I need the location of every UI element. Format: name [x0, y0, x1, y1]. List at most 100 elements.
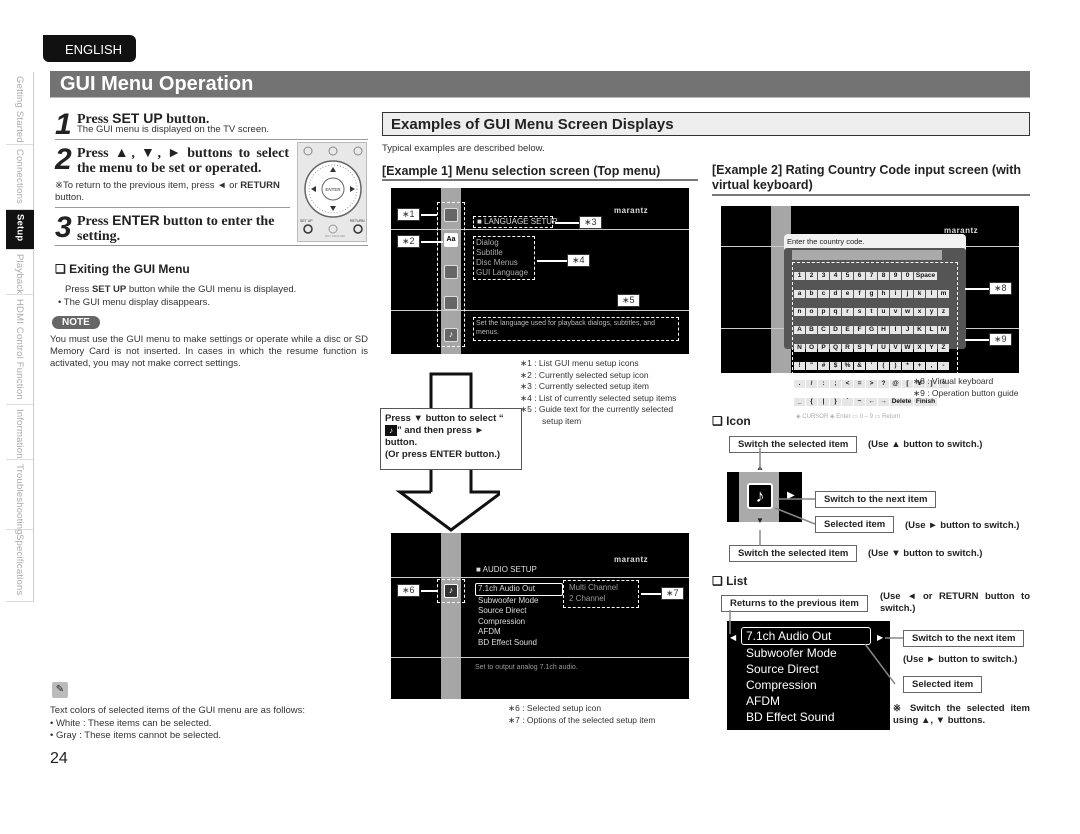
keyboard-key[interactable]: . [794, 380, 805, 388]
side-tab-getting-started[interactable]: Getting Started [6, 72, 34, 145]
setup-icon-display[interactable] [444, 296, 458, 310]
keyboard-key[interactable]: : [818, 380, 829, 388]
keyboard-key[interactable]: ' [866, 362, 877, 370]
keyboard-key[interactable]: q [830, 308, 841, 316]
setup-item[interactable]: GUI Language [476, 268, 528, 278]
keyboard-key[interactable]: - [938, 362, 949, 370]
keyboard-key[interactable]: k [914, 290, 925, 298]
side-tab-playback[interactable]: Playback [6, 250, 34, 295]
setup-icon-general[interactable] [444, 208, 458, 222]
audio-item-selected[interactable]: 7.1ch Audio Out [475, 583, 563, 596]
keyboard-key[interactable]: V [890, 344, 901, 352]
keyboard-key[interactable]: → [878, 398, 889, 406]
keyboard-key[interactable]: ? [878, 380, 889, 388]
keyboard-key[interactable]: N [794, 344, 805, 352]
setup-icon-video[interactable] [444, 265, 458, 279]
keyboard-key[interactable]: T [866, 344, 877, 352]
setup-item[interactable]: Subtitle [476, 248, 528, 258]
keyboard-key[interactable]: > [866, 380, 877, 388]
keyboard-key[interactable]: ! [794, 362, 805, 370]
keyboard-key[interactable]: L [926, 326, 937, 334]
side-tab-connections[interactable]: Connections [6, 145, 34, 210]
keyboard-key[interactable]: _ [794, 398, 805, 406]
keyboard-key[interactable]: 7 [866, 272, 877, 280]
audio-item[interactable]: Compression [475, 617, 563, 628]
country-code-input[interactable] [792, 250, 942, 260]
keyboard-key[interactable]: [ [902, 380, 913, 388]
keyboard-key[interactable]: } [830, 398, 841, 406]
keyboard-key[interactable]: x [914, 308, 925, 316]
keyboard-key[interactable]: # [818, 362, 829, 370]
keyboard-key[interactable]: 1 [794, 272, 805, 280]
keyboard-key[interactable]: M [938, 326, 949, 334]
keyboard-key[interactable]: 3 [818, 272, 829, 280]
keyboard-key[interactable]: y [926, 308, 937, 316]
keyboard-key[interactable]: t [866, 308, 877, 316]
keyboard-key[interactable]: z [938, 308, 949, 316]
keyboard-key[interactable]: Space [914, 272, 937, 280]
keyboard-key[interactable]: ← [866, 398, 877, 406]
keyboard-key[interactable]: w [902, 308, 913, 316]
keyboard-key[interactable]: @ [890, 380, 901, 388]
audio-item[interactable]: BD Effect Sound [475, 638, 563, 649]
setup-icon-audio[interactable]: ♪ [444, 328, 458, 342]
option[interactable]: Multi Channel [569, 583, 618, 594]
setup-item[interactable]: Dialog [476, 238, 528, 248]
keyboard-key[interactable]: 9 [890, 272, 901, 280]
audio-item[interactable]: AFDM [475, 627, 563, 638]
keyboard-key[interactable]: i [890, 290, 901, 298]
side-tab-setup[interactable]: Setup [6, 210, 34, 250]
keyboard-key[interactable]: U [878, 344, 889, 352]
keyboard-key[interactable]: B [806, 326, 817, 334]
keyboard-key[interactable]: ( [878, 362, 889, 370]
keyboard-key[interactable]: X [914, 344, 925, 352]
keyboard-key[interactable]: , [926, 362, 937, 370]
keyboard-key[interactable]: $ [830, 362, 841, 370]
keyboard-key[interactable]: = [854, 380, 865, 388]
audio-setup-icon[interactable]: ♪ [444, 584, 458, 598]
keyboard-key[interactable]: b [806, 290, 817, 298]
keyboard-key[interactable]: f [854, 290, 865, 298]
keyboard-key[interactable]: h [878, 290, 889, 298]
side-tab-information[interactable]: Information [6, 405, 34, 460]
keyboard-key[interactable]: I [890, 326, 901, 334]
setup-item[interactable]: Disc Menus [476, 258, 528, 268]
keyboard-key[interactable]: Y [926, 344, 937, 352]
keyboard-key[interactable]: H [878, 326, 889, 334]
keyboard-key[interactable]: 5 [842, 272, 853, 280]
side-tab-specifications[interactable]: Specifications [6, 530, 34, 602]
keyboard-key[interactable]: u [878, 308, 889, 316]
keyboard-key[interactable]: P [818, 344, 829, 352]
keyboard-key[interactable]: & [854, 362, 865, 370]
keyboard-key[interactable]: a [794, 290, 805, 298]
keyboard-key[interactable]: Z [938, 344, 949, 352]
keyboard-key[interactable]: c [818, 290, 829, 298]
keyboard-key[interactable]: 2 [806, 272, 817, 280]
keyboard-key[interactable]: m [938, 290, 949, 298]
keyboard-key[interactable]: * [902, 362, 913, 370]
side-tab-hdmi[interactable]: HDMI Control Function [6, 295, 34, 405]
keyboard-key[interactable]: l [926, 290, 937, 298]
keyboard-key[interactable]: p [818, 308, 829, 316]
audio-item[interactable]: Subwoofer Mode [475, 596, 563, 607]
keyboard-key[interactable]: d [830, 290, 841, 298]
keyboard-key[interactable]: Finish [914, 398, 937, 406]
keyboard-key[interactable]: < [842, 380, 853, 388]
keyboard-key[interactable]: / [806, 380, 817, 388]
keyboard-key[interactable]: r [842, 308, 853, 316]
keyboard-key[interactable]: D [830, 326, 841, 334]
keyboard-key[interactable]: + [914, 362, 925, 370]
keyboard-key[interactable]: C [818, 326, 829, 334]
keyboard-key[interactable]: " [806, 362, 817, 370]
keyboard-key[interactable]: n [794, 308, 805, 316]
keyboard-key[interactable]: 4 [830, 272, 841, 280]
keyboard-key[interactable]: ~ [854, 398, 865, 406]
keyboard-key[interactable]: ; [830, 380, 841, 388]
keyboard-key[interactable]: o [806, 308, 817, 316]
keyboard-key[interactable]: O [806, 344, 817, 352]
keyboard-key[interactable]: 6 [854, 272, 865, 280]
keyboard-key[interactable]: S [854, 344, 865, 352]
keyboard-key[interactable]: J [902, 326, 913, 334]
keyboard-key[interactable]: E [842, 326, 853, 334]
keyboard-key[interactable]: F [854, 326, 865, 334]
